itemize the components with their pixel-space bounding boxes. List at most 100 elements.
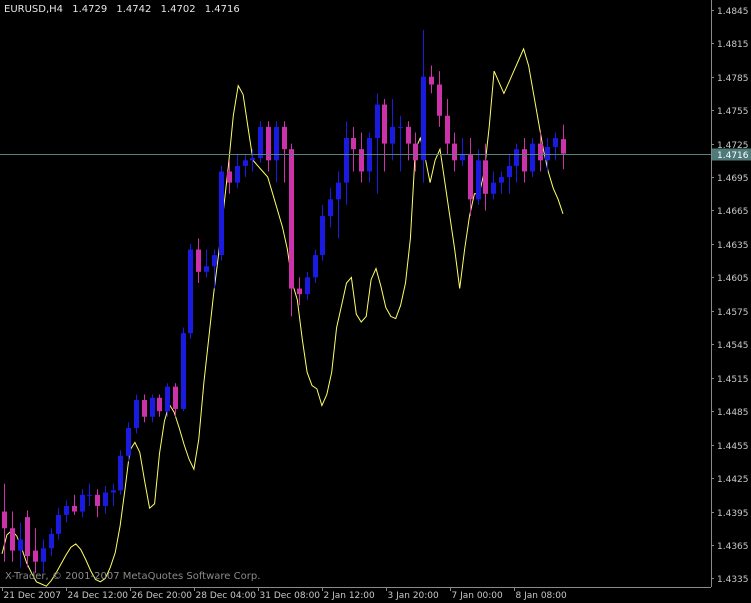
candle-body [320, 216, 325, 256]
candle-body [274, 126, 279, 161]
candle-body [499, 177, 504, 183]
candle-body [150, 397, 155, 417]
candle-body [49, 533, 54, 549]
candle-body [421, 76, 426, 161]
candle-body [72, 505, 77, 512]
candle-body [468, 154, 473, 200]
candle-body [188, 249, 193, 334]
chart-window[interactable]: 1.4716 1.4845 1.4815 1.4785 1.4755 1.4725 1.4… [0, 0, 751, 603]
time-tick-label: 2 Jan 12:00 [324, 591, 376, 601]
candle-body [514, 149, 519, 166]
symbol-label: EURUSD,H4 [4, 4, 64, 15]
time-axis[interactable]: 21 Dec 2007 24 Dec 12:00 26 Dec 20:00 28 De… [2, 587, 568, 601]
price-tick-label: 1.4755 [717, 107, 749, 117]
time-tick-label: 3 Jan 20:00 [388, 591, 440, 601]
candle-body [289, 149, 294, 289]
candle-body [382, 104, 387, 144]
candle-body [204, 266, 209, 272]
candle-body [243, 160, 248, 166]
price-tick-label: 1.4665 [717, 207, 749, 217]
price-axis[interactable]: 1.4845 1.4815 1.4785 1.4755 1.4725 1.4695 1.46… [711, 7, 749, 585]
candle-body [561, 139, 566, 154]
candle-body [80, 494, 85, 512]
time-tick-label: 31 Dec 08:00 [260, 591, 321, 601]
candle-body [437, 84, 442, 116]
price-tick-label: 1.4545 [717, 341, 749, 351]
candle-body [196, 249, 201, 272]
candle-body [95, 494, 100, 506]
price-tick-label: 1.4515 [717, 375, 749, 385]
chart-header: EURUSD,H4 1.4729 1.4742 1.4702 1.4716 [4, 4, 246, 15]
candle-body [64, 505, 69, 515]
close-value: 1.4716 [204, 4, 240, 15]
candle-body [282, 126, 287, 150]
price-tick-label: 1.4455 [717, 442, 749, 452]
candle-body [398, 126, 403, 128]
open-value: 1.4729 [72, 4, 108, 15]
candle-body [118, 455, 123, 491]
price-tick-label: 1.4725 [717, 141, 749, 151]
candle-body [103, 492, 108, 506]
candle-body [359, 149, 364, 172]
candle-body [165, 386, 170, 412]
candle-body [305, 277, 310, 295]
price-tick-label: 1.4425 [717, 475, 749, 485]
candle-body [10, 528, 15, 551]
price-badge-label: 1.4716 [717, 151, 749, 161]
candle-body [219, 171, 224, 256]
candle-body [336, 182, 341, 200]
candle-body [460, 154, 465, 161]
candle-body [351, 138, 356, 150]
candle-body [25, 517, 30, 557]
candle-body [87, 494, 92, 496]
candle-body [491, 182, 496, 194]
candle-body [375, 104, 380, 139]
candle-body [538, 143, 543, 161]
price-tick-label: 1.4605 [717, 274, 749, 284]
candle-body [227, 171, 232, 183]
time-tick-label: 7 Jan 00:00 [452, 591, 504, 601]
candle-body [181, 333, 186, 409]
candle-body [266, 126, 271, 161]
candle-body [390, 126, 395, 144]
price-tick-label: 1.4815 [717, 40, 749, 50]
candles [2, 29, 566, 573]
candle-body [429, 76, 434, 85]
candle-body [142, 400, 147, 417]
candle-body [313, 255, 318, 278]
candle-body [250, 158, 255, 161]
price-tick-label: 1.4575 [717, 308, 749, 318]
candle-body [126, 427, 131, 456]
candle-body [173, 386, 178, 409]
candle-body [2, 511, 7, 529]
price-tick-label: 1.4485 [717, 408, 749, 418]
price-tick-label: 1.4395 [717, 509, 749, 519]
candle-body [56, 514, 61, 534]
candle-body [406, 126, 411, 144]
candle-body [134, 400, 139, 428]
candle-body [530, 143, 535, 172]
time-tick-label: 28 Dec 04:00 [196, 591, 257, 601]
high-value: 1.4742 [116, 4, 152, 15]
time-tick-label: 8 Jan 08:00 [516, 591, 568, 601]
low-value: 1.4702 [160, 4, 196, 15]
candle-body [18, 539, 23, 551]
current-price-line: 1.4716 [0, 148, 751, 161]
price-chart[interactable]: 1.4716 1.48451.48151.47851.47551.47251.4… [0, 0, 751, 603]
candle-body [41, 548, 46, 562]
candle-body [507, 165, 512, 178]
candle-body [212, 255, 217, 267]
price-tick-label: 1.4695 [717, 174, 749, 184]
price-tick-label: 1.4635 [717, 241, 749, 251]
time-tick-label: 26 Dec 20:00 [132, 591, 193, 601]
candle-body [545, 146, 550, 161]
time-tick-label: 21 Dec 2007 [4, 591, 62, 601]
candle-body [553, 138, 558, 147]
candle-body [483, 160, 488, 194]
copyright-text: X-Trader, © 2001-2007 MetaQuotes Softwar… [5, 571, 261, 582]
candle-body [157, 397, 162, 412]
candle-body [452, 143, 457, 161]
price-tick-label: 1.4365 [717, 542, 749, 552]
candle-body [33, 550, 38, 562]
price-tick-label: 1.4845 [717, 7, 749, 17]
